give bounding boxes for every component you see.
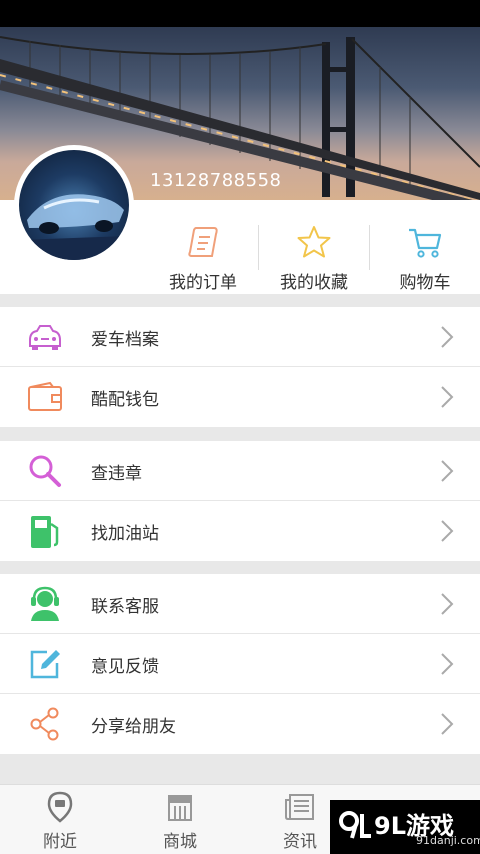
customer-service-icon	[31, 586, 59, 621]
status-bar	[0, 0, 480, 27]
menu-item-label: 查违章	[91, 464, 142, 484]
my-orders-label: 我的订单	[169, 273, 237, 293]
car-photo	[19, 194, 129, 260]
menu-item-label: 联系客服	[91, 597, 159, 617]
tab-label: 商城	[163, 832, 197, 852]
menu-item-traffic-violations[interactable]: 查违章	[0, 441, 480, 501]
menu-group-support: 联系客服 意见反馈 分享给朋友	[0, 574, 480, 754]
chevron-right-icon	[441, 326, 454, 348]
share-icon	[30, 707, 59, 741]
car-icon	[29, 325, 61, 350]
chevron-right-icon	[441, 593, 454, 615]
avatar[interactable]	[14, 145, 134, 265]
menu-group-services: 查违章 找加油站	[0, 441, 480, 561]
tab-label: 附近	[43, 832, 77, 852]
menu-group-car: 爱车档案 酷配钱包	[0, 307, 480, 427]
menu-item-label: 酷配钱包	[91, 390, 159, 410]
menu-item-label: 意见反馈	[91, 657, 159, 677]
menu-item-find-gas-station[interactable]: 找加油站	[0, 501, 480, 561]
menu-item-car-profile[interactable]: 爱车档案	[0, 307, 480, 367]
menu-item-customer-service[interactable]: 联系客服	[0, 574, 480, 634]
my-favorites-label: 我的收藏	[280, 273, 348, 293]
phone-number: 13128788558	[150, 170, 282, 191]
watermark-logo	[339, 811, 371, 839]
my-orders-button[interactable]: 我的订单	[148, 222, 258, 293]
chevron-right-icon	[441, 386, 454, 408]
watermark: 9L游戏 91danji.com	[330, 800, 480, 854]
magnifier-icon	[29, 455, 61, 487]
order-receipt-icon	[188, 227, 218, 257]
newspaper-icon	[285, 794, 314, 820]
menu-item-label: 找加油站	[91, 524, 159, 544]
wallet-icon	[28, 381, 62, 411]
menu-item-feedback[interactable]: 意见反馈	[0, 634, 480, 694]
menu-item-share[interactable]: 分享给朋友	[0, 694, 480, 754]
menu-item-label: 爱车档案	[91, 330, 159, 350]
my-favorites-button[interactable]: 我的收藏	[259, 222, 369, 293]
shopping-cart-button[interactable]: 购物车	[370, 222, 480, 293]
chevron-right-icon	[441, 653, 454, 675]
shopping-cart-label: 购物车	[399, 273, 451, 293]
menu-item-label: 分享给朋友	[91, 717, 176, 737]
gas-station-icon	[31, 516, 59, 548]
chevron-right-icon	[441, 713, 454, 735]
menu-item-wallet[interactable]: 酷配钱包	[0, 367, 480, 427]
shopping-cart-icon	[409, 228, 442, 258]
store-icon	[168, 795, 192, 821]
tab-nearby[interactable]: 附近	[0, 791, 120, 852]
chevron-right-icon	[441, 520, 454, 542]
location-pin-icon	[47, 791, 73, 823]
tab-mall[interactable]: 商城	[120, 791, 240, 852]
watermark-url: 91danji.com	[416, 834, 480, 847]
feedback-edit-icon	[30, 650, 60, 679]
chevron-right-icon	[441, 460, 454, 482]
star-icon	[297, 226, 331, 258]
